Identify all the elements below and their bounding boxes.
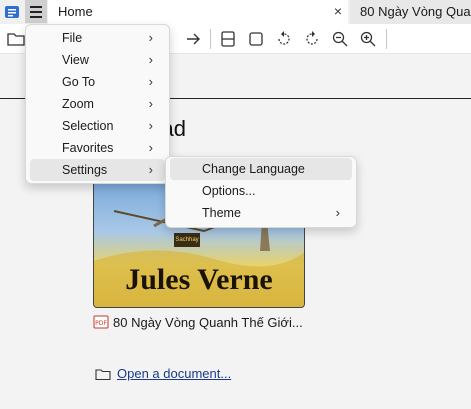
toolbar-separator	[386, 29, 387, 49]
recent-book-title[interactable]: 80 Ngày Vòng Quanh Thế Giới...	[113, 315, 303, 330]
menu-item-label: Settings	[62, 163, 108, 177]
fit-page-icon[interactable]	[218, 29, 238, 49]
main-menu: File › View › Go To › Zoom › Selection ›…	[25, 24, 170, 184]
chevron-right-icon: ›	[148, 96, 153, 111]
chevron-right-icon: ›	[148, 162, 153, 177]
menu-item-file[interactable]: File ›	[30, 27, 165, 49]
menu-item-selection[interactable]: Selection ›	[30, 115, 165, 137]
open-folder-icon[interactable]	[6, 29, 26, 49]
settings-submenu: Change Language Options... Theme ›	[165, 156, 357, 228]
cover-author-text: Jules Verne	[125, 263, 273, 296]
chevron-right-icon: ›	[148, 74, 153, 89]
chevron-right-icon: ›	[335, 205, 340, 220]
toolbar-separator	[210, 29, 211, 49]
tab-bar: Home × 80 Ngày Vòng Quanh	[0, 0, 471, 24]
menu-item-zoom[interactable]: Zoom ›	[30, 93, 165, 115]
chevron-right-icon: ›	[148, 118, 153, 133]
menu-item-label: View	[62, 53, 89, 67]
chevron-right-icon: ›	[148, 140, 153, 155]
menu-item-label: Favorites	[62, 141, 114, 155]
chevron-right-icon: ›	[148, 52, 153, 67]
menu-item-favorites[interactable]: Favorites ›	[30, 137, 165, 159]
open-document-row[interactable]: Open a document...	[95, 366, 231, 381]
menu-item-label: Go To	[62, 75, 96, 89]
menu-item-label: Zoom	[62, 97, 94, 111]
fit-width-icon[interactable]	[246, 29, 266, 49]
rotate-right-icon[interactable]	[302, 29, 322, 49]
forward-arrow-icon[interactable]	[183, 29, 203, 49]
menu-item-change-language[interactable]: Change Language	[170, 158, 352, 180]
menu-item-go-to[interactable]: Go To ›	[30, 71, 165, 93]
menu-item-theme[interactable]: Theme ›	[170, 202, 352, 224]
menu-item-settings[interactable]: Settings ›	[30, 159, 165, 181]
hamburger-menu-button[interactable]	[25, 0, 47, 23]
open-document-link[interactable]: Open a document...	[117, 366, 231, 381]
pdf-icon: PDF	[93, 315, 109, 329]
tab-home[interactable]: Home	[48, 0, 348, 24]
folder-icon	[95, 368, 111, 380]
menu-item-label: Change Language	[202, 162, 305, 176]
menu-item-view[interactable]: View ›	[30, 49, 165, 71]
zoom-in-icon[interactable]	[358, 29, 378, 49]
rotate-left-icon[interactable]	[274, 29, 294, 49]
chevron-right-icon: ›	[148, 30, 153, 45]
svg-text:PDF: PDF	[95, 320, 107, 327]
hamburger-icon	[30, 5, 42, 8]
menu-item-label: File	[62, 31, 83, 45]
zoom-out-icon[interactable]	[330, 29, 350, 49]
recent-book-item[interactable]: PDF 80 Ngày Vòng Quanh Thế Giới...	[93, 314, 303, 330]
tab-book[interactable]: 80 Ngày Vòng Quanh	[350, 0, 471, 24]
menu-item-label: Options...	[202, 184, 256, 198]
menu-item-options[interactable]: Options...	[170, 180, 352, 202]
cover-publisher-badge: Sachhay	[174, 233, 200, 247]
close-tab-icon[interactable]: ×	[330, 0, 346, 24]
menu-item-label: Selection	[62, 119, 114, 133]
app-logo-icon	[5, 6, 19, 18]
menu-item-label: Theme	[202, 206, 241, 220]
